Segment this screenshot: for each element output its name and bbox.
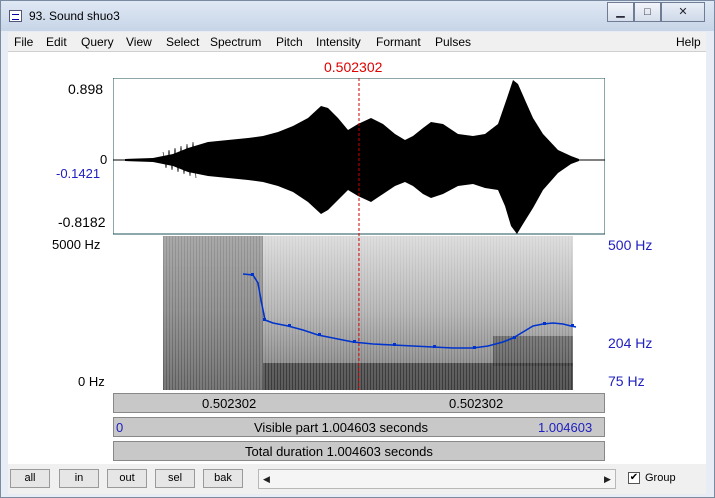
bottom-toolbar: all in out sel bak ◀ ▶ ✔ Group: [8, 464, 706, 494]
waveform-min-label: -0.8182: [58, 214, 106, 230]
zoom-in-button[interactable]: in: [59, 469, 99, 488]
visible-part-bar[interactable]: 0 Visible part 1.004603 seconds 1.004603: [113, 417, 605, 437]
sound-window-icon: [9, 10, 22, 22]
menu-edit[interactable]: Edit: [46, 35, 67, 49]
menu-pitch[interactable]: Pitch: [276, 35, 303, 49]
spectrogram-bottom-freq-label: 0 Hz: [78, 374, 105, 389]
menu-file[interactable]: File: [14, 35, 33, 49]
waveform-zero-label: 0: [100, 152, 108, 167]
spectrogram-top-freq-label: 5000 Hz: [52, 237, 101, 252]
segment-left-label: 0.502302: [202, 396, 257, 411]
zoom-back-button[interactable]: bak: [203, 469, 243, 488]
menu-spectrum[interactable]: Spectrum: [210, 35, 261, 49]
segment-right-label: 0.502302: [449, 396, 504, 411]
group-checkbox[interactable]: ✔: [628, 472, 640, 484]
zoom-selection-button[interactable]: sel: [155, 469, 195, 488]
menu-help[interactable]: Help: [676, 35, 701, 49]
title-bar: 93. Sound shuo3 ▁ □ ✕: [1, 1, 714, 31]
menu-intensity[interactable]: Intensity: [316, 35, 361, 49]
menu-pulses[interactable]: Pulses: [435, 35, 471, 49]
menu-query[interactable]: Query: [81, 35, 114, 49]
group-label: Group: [645, 472, 676, 484]
visible-end-label: 1.004603: [538, 420, 593, 435]
close-button[interactable]: ✕: [661, 2, 705, 22]
zoom-out-button[interactable]: out: [107, 469, 147, 488]
visible-part-label: Visible part 1.004603 seconds: [254, 420, 428, 435]
window-title: 93. Sound shuo3: [29, 9, 120, 23]
sound-editor-canvas[interactable]: 0.502302 0.898 0 -0.1421 -0.8182 5000 Hz…: [8, 52, 706, 464]
signal-drawing[interactable]: [113, 78, 605, 390]
menu-formant[interactable]: Formant: [376, 35, 421, 49]
menu-bar: File Edit Query View Select Spectrum Pit…: [8, 32, 706, 52]
visible-start-label: 0: [116, 420, 124, 435]
zoom-all-button[interactable]: all: [10, 469, 50, 488]
total-duration-label: Total duration 1.004603 seconds: [245, 444, 433, 459]
minimize-button[interactable]: ▁: [607, 2, 634, 22]
maximize-button[interactable]: □: [634, 2, 661, 22]
pitch-bottom-label: 75 Hz: [608, 373, 645, 389]
pitch-current-label: 204 Hz: [608, 335, 653, 351]
waveform-cursor-value-label: -0.1421: [56, 166, 101, 181]
pitch-top-label: 500 Hz: [608, 237, 653, 253]
scroll-left-arrow-icon[interactable]: ◀: [259, 470, 274, 488]
cursor-time-label: 0.502302: [324, 59, 383, 75]
praat-sound-window: 93. Sound shuo3 ▁ □ ✕ File Edit Query Vi…: [0, 0, 715, 498]
segment-bar[interactable]: 0.502302 0.502302: [113, 393, 605, 413]
horizontal-scrollbar[interactable]: ◀ ▶: [258, 469, 616, 489]
scroll-right-arrow-icon[interactable]: ▶: [600, 470, 615, 488]
total-duration-bar[interactable]: Total duration 1.004603 seconds: [113, 441, 605, 461]
menu-view[interactable]: View: [126, 35, 152, 49]
menu-select[interactable]: Select: [166, 35, 199, 49]
waveform-max-label: 0.898: [68, 81, 104, 97]
spectrogram-striations: [163, 236, 573, 390]
